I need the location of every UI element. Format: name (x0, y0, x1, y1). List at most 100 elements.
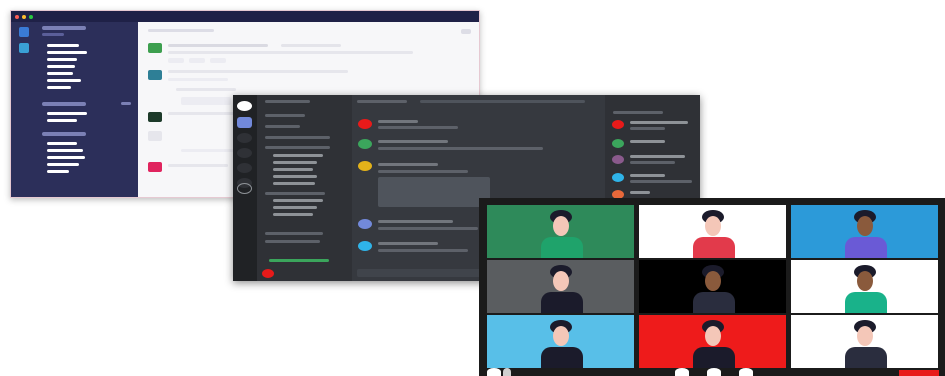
dm-item[interactable] (47, 156, 85, 159)
author-name (378, 242, 438, 245)
participant-face (857, 326, 873, 346)
image-attachment[interactable] (378, 177, 490, 207)
dm-item[interactable] (47, 149, 83, 152)
user-avatar-icon[interactable] (612, 120, 624, 129)
channel-item[interactable] (273, 175, 317, 178)
channel-item[interactable] (265, 136, 330, 139)
participant-face (705, 326, 721, 346)
server-icon[interactable] (237, 163, 252, 173)
reaction[interactable] (210, 58, 226, 63)
dm-item[interactable] (47, 112, 87, 115)
message-line (281, 44, 341, 47)
member-name[interactable] (630, 155, 685, 158)
reaction[interactable] (168, 58, 184, 63)
video-tile[interactable] (487, 205, 634, 258)
home-server-icon[interactable] (237, 101, 252, 111)
video-tile[interactable] (639, 205, 786, 258)
category-header[interactable] (265, 232, 323, 235)
category-header[interactable] (265, 192, 325, 195)
channel-item[interactable] (265, 125, 300, 128)
channel-item[interactable] (273, 213, 313, 216)
message-line (168, 51, 413, 54)
channel-item[interactable] (273, 182, 315, 185)
message-line (168, 78, 228, 81)
video-tile[interactable] (487, 260, 634, 313)
section-header[interactable] (42, 132, 86, 136)
add-channel-icon[interactable] (121, 102, 131, 105)
participants-icon[interactable] (707, 368, 721, 376)
video-tile[interactable] (487, 315, 634, 368)
author-name (378, 163, 438, 166)
participant-body (693, 347, 735, 368)
participant-body (845, 347, 887, 368)
workspace-icon[interactable] (19, 27, 29, 37)
channel-item[interactable] (265, 114, 305, 117)
dm-item[interactable] (47, 163, 79, 166)
info-icon[interactable] (461, 29, 471, 34)
author-name (378, 140, 448, 143)
dm-item[interactable] (47, 142, 77, 145)
user-avatar-icon[interactable] (262, 269, 274, 278)
chat-icon[interactable] (739, 368, 753, 376)
channel-item[interactable] (273, 206, 317, 209)
reaction[interactable] (189, 58, 205, 63)
channel-item[interactable] (47, 86, 71, 89)
video-tile[interactable] (791, 205, 938, 258)
channel-title (148, 29, 214, 32)
title-bar (11, 11, 479, 22)
member-name[interactable] (630, 174, 665, 177)
section-header[interactable] (42, 102, 86, 106)
mic-icon[interactable] (487, 368, 501, 376)
server-icon[interactable] (237, 148, 252, 158)
video-tile[interactable] (639, 260, 786, 313)
server-icon[interactable] (237, 117, 252, 128)
member-name[interactable] (630, 191, 650, 194)
window-maximize-dot-icon[interactable] (29, 15, 33, 19)
channel-item[interactable] (273, 199, 323, 202)
user-avatar-icon (148, 112, 162, 122)
channel-item[interactable] (273, 161, 317, 164)
channel-item[interactable] (47, 72, 73, 75)
video-tile[interactable] (639, 315, 786, 368)
channel-topic (420, 100, 585, 103)
channel-item[interactable] (47, 58, 77, 61)
channel-item[interactable] (47, 44, 79, 47)
window-close-dot-icon[interactable] (15, 15, 19, 19)
channel-item[interactable] (273, 154, 323, 157)
add-server-icon[interactable] (237, 183, 252, 194)
participant-face (553, 271, 569, 291)
message-line (168, 112, 238, 115)
channel-item[interactable] (265, 240, 320, 243)
video-tile[interactable] (791, 260, 938, 313)
workspace-icon[interactable] (19, 43, 29, 53)
channel-item[interactable] (47, 51, 87, 54)
message-line (168, 164, 228, 167)
channel-item[interactable] (47, 65, 75, 68)
video-tile[interactable] (791, 315, 938, 368)
member-status (630, 180, 692, 183)
screen-share-icon[interactable] (675, 368, 689, 376)
attachment[interactable] (181, 97, 231, 105)
participant-face (857, 271, 873, 291)
end-call-icon[interactable] (899, 370, 939, 376)
participant-face (553, 326, 569, 346)
user-avatar-icon[interactable] (612, 173, 624, 182)
server-icon[interactable] (237, 133, 252, 143)
dm-item[interactable] (47, 170, 69, 173)
user-avatar-icon[interactable] (612, 139, 624, 148)
member-name[interactable] (630, 121, 688, 124)
member-group-header (613, 111, 663, 114)
participant-body (693, 237, 735, 258)
channel-item[interactable] (273, 168, 313, 171)
user-avatar-icon (358, 241, 372, 251)
dm-item[interactable] (47, 119, 77, 122)
channel-item[interactable] (47, 79, 81, 82)
camera-icon[interactable] (503, 368, 511, 376)
category-header[interactable] (265, 146, 330, 149)
window-minimize-dot-icon[interactable] (22, 15, 26, 19)
member-name[interactable] (630, 140, 665, 143)
user-avatar-icon (148, 131, 162, 141)
voice-connected-bar[interactable] (269, 259, 329, 262)
message-line (378, 170, 468, 173)
user-avatar-icon[interactable] (612, 155, 624, 164)
